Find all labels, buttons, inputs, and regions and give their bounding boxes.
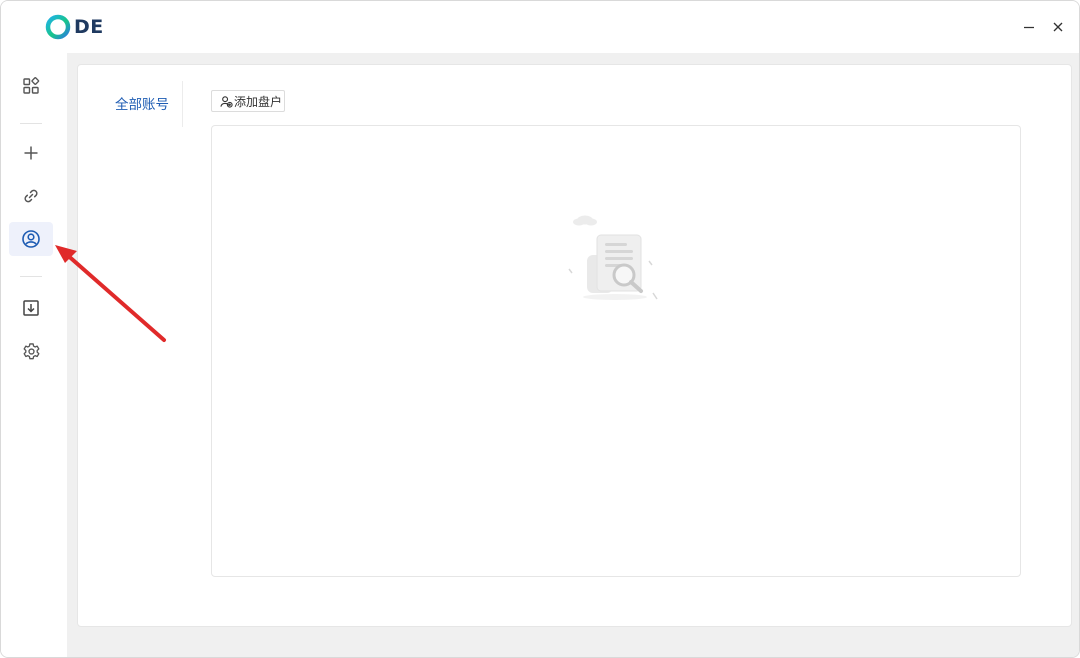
logo-text: DE <box>74 16 104 38</box>
account-list-panel <box>211 125 1021 577</box>
add-drive-button[interactable]: 添加盘户 <box>211 90 285 112</box>
gear-icon <box>23 342 39 359</box>
sidebar-item-downloads[interactable] <box>9 291 53 325</box>
minimize-icon <box>1024 26 1034 29</box>
empty-search-illustration <box>568 215 658 300</box>
sidebar <box>1 53 61 657</box>
sidebar-item-add[interactable] <box>9 136 53 170</box>
grid-icon <box>23 77 40 94</box>
sidebar-item-link[interactable] <box>9 179 53 213</box>
sidebar-item-apps[interactable] <box>9 69 53 103</box>
app-logo: DE <box>45 13 104 41</box>
sidebar-item-accounts[interactable] <box>9 222 53 256</box>
close-icon <box>1053 22 1063 32</box>
tab-divider <box>182 81 183 127</box>
link-icon <box>24 189 38 203</box>
title-bar: DE <box>1 1 1079 53</box>
sidebar-item-settings[interactable] <box>9 334 53 368</box>
add-user-icon <box>220 95 233 108</box>
plus-icon <box>24 146 38 160</box>
user-circle-icon <box>22 230 40 248</box>
add-drive-label: 添加盘户 <box>234 94 283 109</box>
sidebar-divider <box>20 276 42 277</box>
minimize-button[interactable] <box>1020 18 1038 36</box>
app-window: DE 全部账号 添加盘户 <box>0 0 1080 658</box>
logo-ring-icon <box>45 14 71 40</box>
sidebar-divider <box>20 123 42 124</box>
tab-all-accounts[interactable]: 全部账号 <box>115 93 169 113</box>
download-icon <box>23 300 39 316</box>
close-button[interactable] <box>1049 18 1067 36</box>
